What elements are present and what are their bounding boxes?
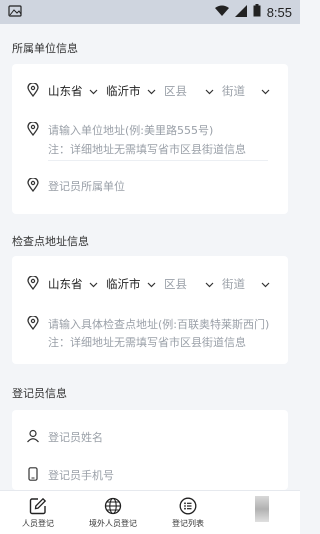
checkpoint-district-select[interactable]: 区县 <box>164 276 214 292</box>
wifi-icon <box>214 5 229 20</box>
user-icon <box>26 429 40 443</box>
chevron-down-icon <box>147 84 156 98</box>
location-pin-icon <box>26 316 40 330</box>
unit-card: 山东省 临沂市 区县 街道 请输入单位地址(例:美里路555号) 注：详细地址无… <box>12 64 288 214</box>
location-pin-icon <box>26 178 40 192</box>
registrar-card: 登记员姓名 登记员手机号 <box>12 410 288 490</box>
status-time: 8:55 <box>266 4 292 20</box>
registrar-section-title: 登记员信息 <box>12 387 67 400</box>
divider <box>48 160 268 161</box>
registrar-name-input[interactable]: 登记员姓名 <box>48 429 103 445</box>
unit-province-select[interactable]: 山东省 <box>48 83 98 99</box>
edit-icon <box>29 497 47 515</box>
list-icon <box>179 497 197 515</box>
status-bar: 8:55 <box>0 0 300 24</box>
unit-address-input[interactable]: 请输入单位地址(例:美里路555号) <box>48 122 213 138</box>
unit-district-select[interactable]: 区县 <box>164 83 214 99</box>
battery-icon <box>253 4 261 20</box>
checkpoint-card: 山东省 临沂市 区县 街道 请输入具体检查点地址(例:百联奥特莱斯西门) 注：详… <box>12 256 288 364</box>
location-pin-icon <box>26 122 40 136</box>
tab-person-register[interactable]: 人员登记 <box>3 497 73 529</box>
checkpoint-address-input[interactable]: 请输入具体检查点地址(例:百联奥特莱斯西门) <box>48 316 269 332</box>
unit-street-select[interactable]: 街道 <box>222 83 270 99</box>
blurred-tab-placeholder <box>255 496 269 522</box>
checkpoint-province-select[interactable]: 山东省 <box>48 276 98 292</box>
chevron-down-icon <box>261 84 270 98</box>
checkpoint-section-title: 检查点地址信息 <box>12 235 89 248</box>
chevron-down-icon <box>205 277 214 291</box>
unit-city-select[interactable]: 临沂市 <box>106 83 156 99</box>
phone-icon <box>26 467 40 481</box>
checkpoint-city-select[interactable]: 临沂市 <box>106 276 156 292</box>
tab-register-list[interactable]: 登记列表 <box>153 497 223 529</box>
checkpoint-street-select[interactable]: 街道 <box>222 276 270 292</box>
unit-name-input[interactable]: 登记员所属单位 <box>48 178 125 194</box>
signal-icon <box>234 4 247 20</box>
tab-foreign-register[interactable]: 境外人员登记 <box>78 497 148 529</box>
chevron-down-icon <box>89 277 98 291</box>
checkpoint-address-note: 注：详细地址无需填写省市区县街道信息 <box>48 336 246 349</box>
location-pin-icon <box>26 276 40 290</box>
location-pin-icon <box>26 83 40 97</box>
registrar-phone-input[interactable]: 登记员手机号 <box>48 467 114 483</box>
unit-section-title: 所属单位信息 <box>12 42 78 55</box>
globe-icon <box>104 497 122 515</box>
chevron-down-icon <box>89 84 98 98</box>
unit-address-note: 注：详细地址无需填写省市区县街道信息 <box>48 143 246 156</box>
chevron-down-icon <box>147 277 156 291</box>
chevron-down-icon <box>205 84 214 98</box>
image-notification-icon <box>8 4 22 20</box>
chevron-down-icon <box>261 277 270 291</box>
